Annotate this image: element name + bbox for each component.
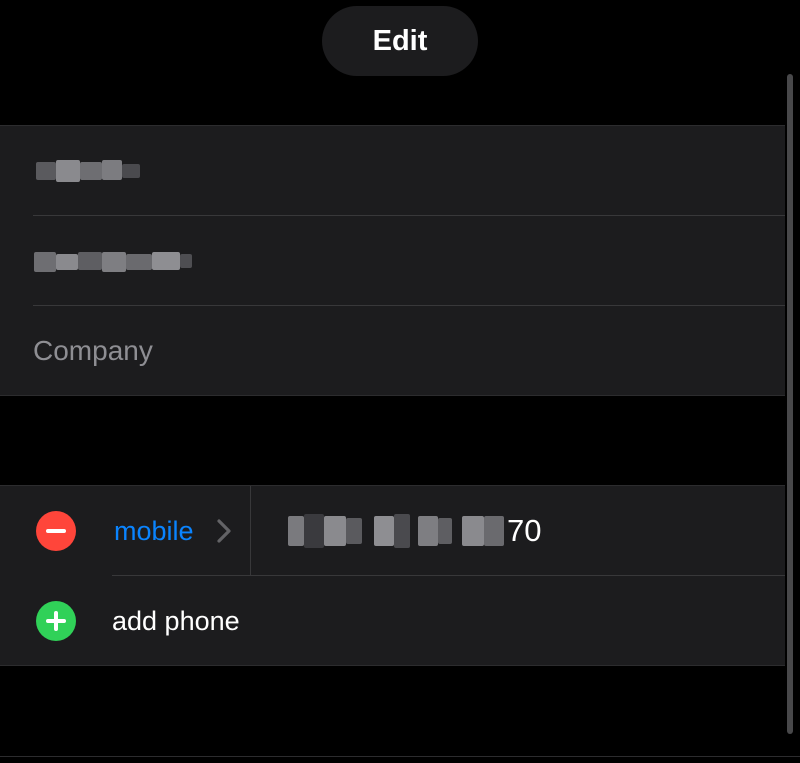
name-fields-group: Company bbox=[0, 125, 785, 396]
first-name-field[interactable] bbox=[0, 126, 785, 216]
plus-glyph-vertical bbox=[54, 611, 58, 631]
scrollbar[interactable] bbox=[787, 74, 793, 734]
phone-number-visible-digits: 70 bbox=[507, 513, 542, 548]
phone-fields-group: mobile 70 add phone bbox=[0, 485, 785, 666]
last-name-field[interactable] bbox=[0, 216, 785, 306]
minus-circle-icon[interactable] bbox=[36, 511, 76, 551]
company-field[interactable]: Company bbox=[0, 306, 785, 396]
phone-label-mobile[interactable]: mobile bbox=[114, 486, 194, 576]
add-phone-label: add phone bbox=[112, 606, 240, 636]
next-section-edge bbox=[0, 756, 800, 757]
plus-circle-icon[interactable] bbox=[36, 601, 76, 641]
edit-button-label: Edit bbox=[372, 24, 428, 57]
chevron-right-icon[interactable] bbox=[214, 518, 234, 544]
edit-button[interactable]: Edit bbox=[322, 6, 478, 76]
label-value-divider bbox=[250, 486, 251, 576]
phone-row-mobile: mobile 70 bbox=[0, 486, 785, 576]
minus-glyph bbox=[46, 529, 66, 533]
add-phone-row[interactable]: add phone bbox=[0, 576, 785, 666]
company-placeholder: Company bbox=[33, 335, 153, 366]
